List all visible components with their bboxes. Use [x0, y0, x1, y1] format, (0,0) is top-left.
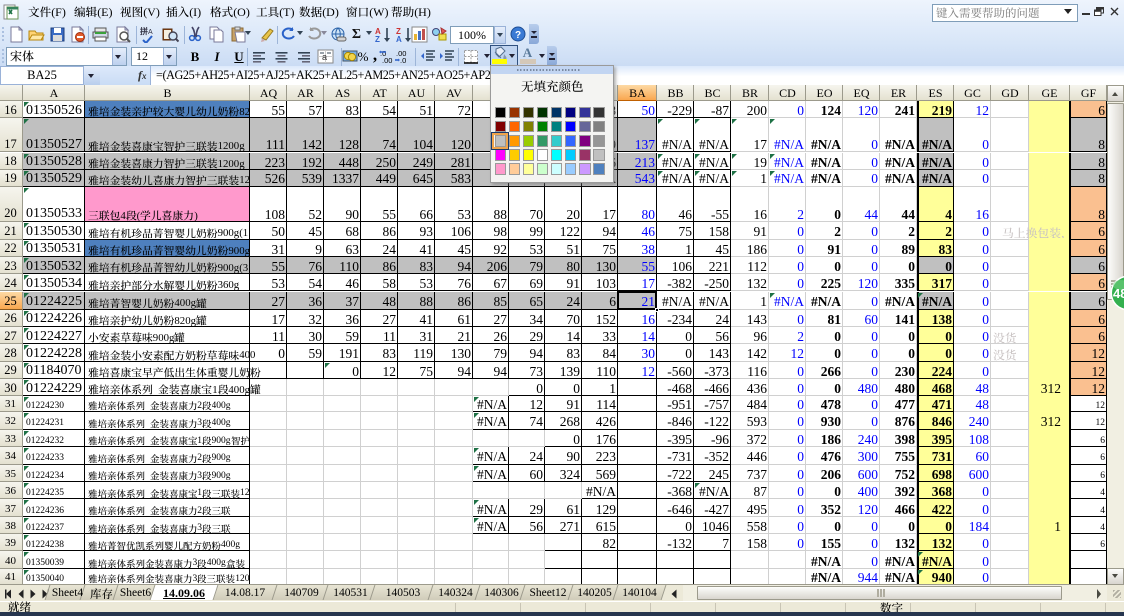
svg-text:拼: 拼 [140, 26, 148, 36]
svg-text:A: A [396, 35, 402, 43]
svg-text:.00: .00 [382, 56, 392, 65]
svg-text:Z: Z [375, 35, 380, 43]
svg-text:48: 48 [1113, 286, 1124, 301]
svg-text:A: A [148, 29, 153, 36]
svg-text:?: ? [515, 30, 521, 41]
svg-text:.0: .0 [400, 56, 406, 65]
